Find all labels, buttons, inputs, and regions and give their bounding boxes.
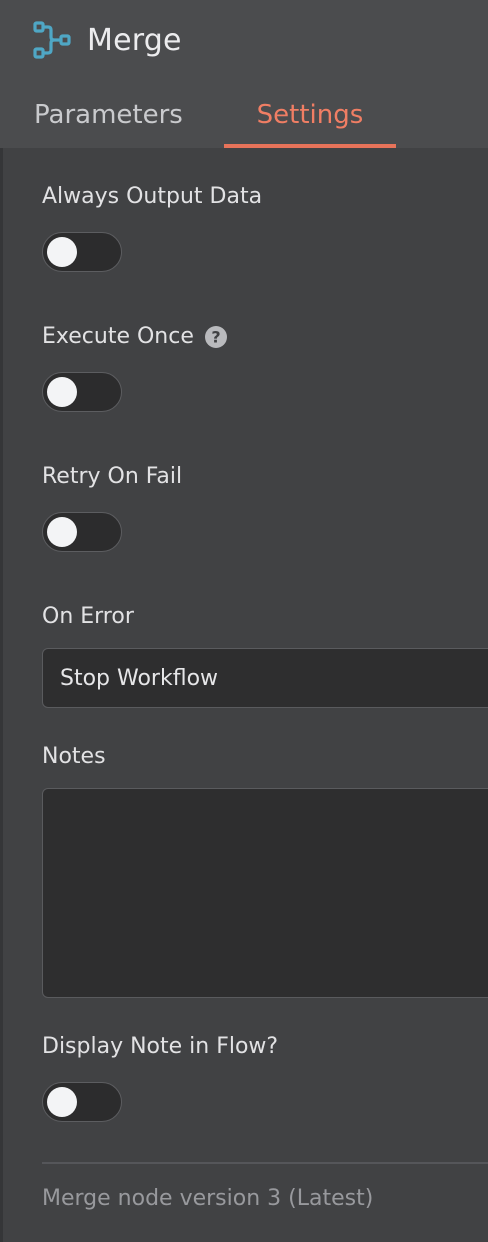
notes-label: Notes bbox=[42, 744, 106, 769]
retry-on-fail-label: Retry On Fail bbox=[42, 464, 183, 489]
on-error-select[interactable]: Stop Workflow bbox=[42, 648, 488, 708]
tab-settings[interactable]: Settings bbox=[224, 96, 396, 148]
display-note-toggle[interactable] bbox=[42, 1082, 122, 1122]
node-title-row: Merge bbox=[33, 18, 182, 62]
execute-once-label-text: Execute Once bbox=[42, 324, 194, 349]
toggle-knob bbox=[47, 517, 77, 547]
toggle-knob bbox=[47, 377, 77, 407]
question-circle-icon[interactable]: ? bbox=[204, 325, 228, 349]
divider bbox=[42, 1162, 488, 1164]
on-error-label: On Error bbox=[42, 604, 134, 629]
svg-text:?: ? bbox=[211, 327, 220, 346]
notes-textarea[interactable] bbox=[42, 788, 488, 998]
execute-once-toggle[interactable] bbox=[42, 372, 122, 412]
toggle-knob bbox=[47, 237, 77, 267]
merge-icon bbox=[33, 21, 71, 59]
node-version-text: Merge node version 3 (Latest) bbox=[42, 1186, 374, 1211]
toggle-knob bbox=[47, 1087, 77, 1117]
always-output-data-label: Always Output Data bbox=[42, 184, 263, 209]
always-output-data-toggle[interactable] bbox=[42, 232, 122, 272]
node-title: Merge bbox=[87, 22, 182, 58]
display-note-label: Display Note in Flow? bbox=[42, 1034, 279, 1059]
retry-on-fail-toggle[interactable] bbox=[42, 512, 122, 552]
node-panel-header: Merge Parameters Settings bbox=[0, 0, 488, 148]
execute-once-label: Execute Once ? bbox=[42, 324, 228, 349]
on-error-selected-value: Stop Workflow bbox=[60, 665, 219, 691]
tab-parameters[interactable]: Parameters bbox=[34, 96, 183, 148]
